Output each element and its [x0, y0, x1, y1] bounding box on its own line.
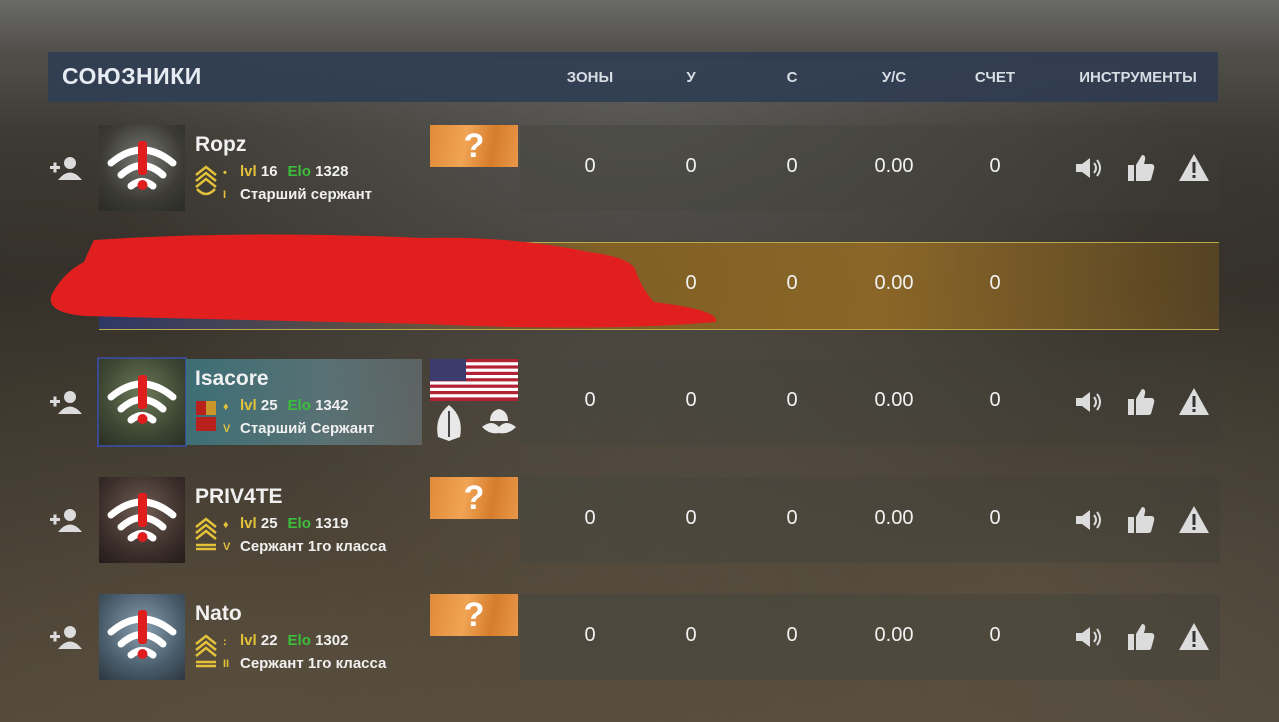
unknown-flag: ? [430, 594, 518, 636]
rank-roman: V [223, 423, 231, 435]
rank-roman: II [223, 658, 230, 670]
avatar[interactable] [99, 125, 185, 211]
division-patch-icon [437, 405, 461, 441]
level-elo: lvl 16 Elo 1328 [240, 163, 349, 180]
allies-title: СОЮЗНИКИ [62, 63, 202, 89]
zones-value: 0 [584, 389, 596, 411]
score-value: 0 [989, 507, 1001, 529]
no-connection-icon [107, 493, 177, 542]
rank-pip: : [223, 636, 227, 648]
add-friend-icon[interactable] [48, 624, 84, 650]
player-name[interactable]: Isacore [195, 367, 269, 391]
avatar[interactable] [97, 357, 187, 447]
deaths-value: 0 [786, 389, 798, 411]
kd-value: 0.00 [874, 507, 914, 529]
warning-icon[interactable] [1177, 620, 1211, 654]
kills-value: 0 [685, 155, 697, 177]
kills-value: 0 [685, 624, 697, 646]
warning-icon[interactable] [1177, 503, 1211, 537]
level-elo: lvl 25 Elo 1342 [240, 397, 349, 414]
player-info: PRIV4TE ♦ V lvl 25 Elo 1319 Сержант 1го к… [186, 477, 422, 563]
deaths-value: 0 [786, 624, 798, 646]
player-row-isacore: Isacore ♦ V lvl 25 Elo 1342 Старший Сержа… [0, 357, 1279, 447]
allies-header: СОЮЗНИКИ ЗОНЫ У С У/С СЧЕТ ИНСТРУМЕНТЫ [48, 52, 1218, 102]
no-connection-icon [107, 141, 177, 190]
kd-value: 0.00 [874, 624, 914, 646]
airborne-wings-icon [482, 409, 516, 434]
deaths-value: 0 [786, 155, 798, 177]
background-sky [0, 0, 1279, 60]
rank-roman: V [223, 541, 231, 553]
thumbs-up-icon[interactable] [1124, 151, 1158, 185]
rank-name: Старший Сержант [240, 420, 375, 437]
warning-icon[interactable] [1177, 385, 1211, 419]
thumbs-up-icon[interactable] [1124, 385, 1158, 419]
unknown-flag: ? [430, 477, 518, 519]
rank-roman: I [223, 189, 227, 201]
score-value: 0 [989, 389, 1001, 411]
rank-pip: ♦ [223, 519, 229, 531]
rank-chevron-icon [195, 165, 217, 196]
kd-value: 0.00 [874, 155, 914, 177]
volume-icon[interactable] [1072, 503, 1106, 537]
add-friend-icon[interactable] [48, 389, 84, 415]
redaction-scribble [50, 234, 717, 328]
volume-icon[interactable] [1072, 620, 1106, 654]
rank-name: Сержант 1го класса [240, 655, 387, 672]
zones-value: 0 [584, 507, 596, 529]
no-connection-icon [107, 375, 177, 424]
avatar[interactable] [99, 477, 185, 563]
add-friend-icon[interactable] [48, 507, 84, 533]
thumbs-up-icon[interactable] [1124, 503, 1158, 537]
zones-value: 0 [584, 624, 596, 646]
thumbs-up-icon[interactable] [1124, 620, 1158, 654]
player-info: Nato : II lvl 22 Elo 1302 Сержант 1го кла… [186, 594, 422, 680]
no-connection-icon [107, 610, 177, 659]
column-kills: У [686, 69, 696, 86]
score-value: 0 [989, 272, 1001, 294]
rank-pip: ♦ [223, 401, 229, 413]
rank-patch-icon [196, 401, 216, 431]
column-deaths: С [786, 69, 798, 86]
kills-value: 0 [685, 389, 697, 411]
volume-icon[interactable] [1072, 151, 1106, 185]
kills-value: 0 [685, 507, 697, 529]
score-value: 0 [989, 155, 1001, 177]
usa-flag-icon [430, 359, 518, 401]
avatar[interactable] [99, 594, 185, 680]
rank-name: Старший сержант [240, 186, 373, 203]
column-tools: ИНСТРУМЕНТЫ [1079, 69, 1197, 86]
column-kd: У/С [881, 69, 907, 86]
rank-chevron-icon [195, 517, 217, 551]
player-name[interactable]: Ropz [195, 133, 246, 157]
player-row-nato: Nato : II lvl 22 Elo 1302 Сержант 1го кла… [0, 594, 1279, 680]
rank-name: Сержант 1го класса [240, 538, 387, 555]
deaths-value: 0 [786, 507, 798, 529]
zones-value: 0 [584, 155, 596, 177]
player-info: Ropz • I lvl 16 Elo 1328 Старший сержант [186, 125, 422, 211]
kd-value: 0.00 [874, 389, 914, 411]
unknown-flag: ? [430, 125, 518, 167]
player-row-ropz: Ropz • I lvl 16 Elo 1328 Старший сержант … [0, 125, 1279, 211]
player-row-priv4te: PRIV4TE ♦ V lvl 25 Elo 1319 Сержант 1го к… [0, 477, 1279, 563]
rank-chevron-icon [195, 634, 217, 668]
level-elo: lvl 25 Elo 1319 [240, 515, 349, 532]
column-score: СЧЕТ [974, 69, 1016, 86]
player-name[interactable]: PRIV4TE [195, 485, 283, 509]
deaths-value: 0 [786, 272, 798, 294]
column-zones: ЗОНЫ [566, 69, 614, 86]
level-elo: lvl 22 Elo 1302 [240, 632, 349, 649]
rank-pip: • [223, 167, 227, 179]
warning-icon[interactable] [1177, 151, 1211, 185]
volume-icon[interactable] [1072, 385, 1106, 419]
kd-value: 0.00 [874, 272, 914, 294]
player-info-banner: Isacore ♦ V lvl 25 Elo 1342 Старший Сержа… [186, 359, 422, 445]
add-friend-icon[interactable] [48, 155, 84, 181]
score-value: 0 [989, 624, 1001, 646]
player-name[interactable]: Nato [195, 602, 242, 626]
